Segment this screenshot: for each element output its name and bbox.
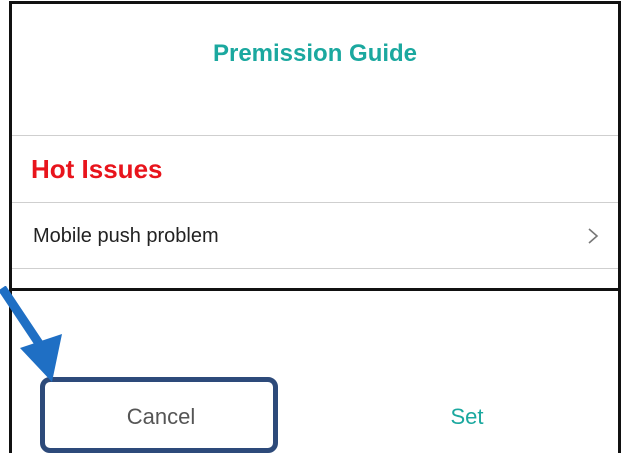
list-item-label: Mobile push problem <box>33 225 219 247</box>
dialog-title: Premission Guide <box>212 40 418 67</box>
set-button[interactable]: Set <box>342 387 592 447</box>
divider <box>12 268 618 269</box>
confirm-dialog-panel: Cancel Set <box>9 288 621 453</box>
list-item-mobile-push-problem[interactable]: Mobile push problem <box>12 203 618 268</box>
divider <box>12 135 618 136</box>
section-heading: Hot Issues <box>31 154 163 184</box>
cancel-button[interactable]: Cancel <box>42 387 280 447</box>
permission-guide-panel: Premission Guide Hot Issues Mobile push … <box>9 1 621 289</box>
screenshot-frame: Premission Guide Hot Issues Mobile push … <box>0 0 631 453</box>
chevron-right-icon <box>588 228 599 244</box>
